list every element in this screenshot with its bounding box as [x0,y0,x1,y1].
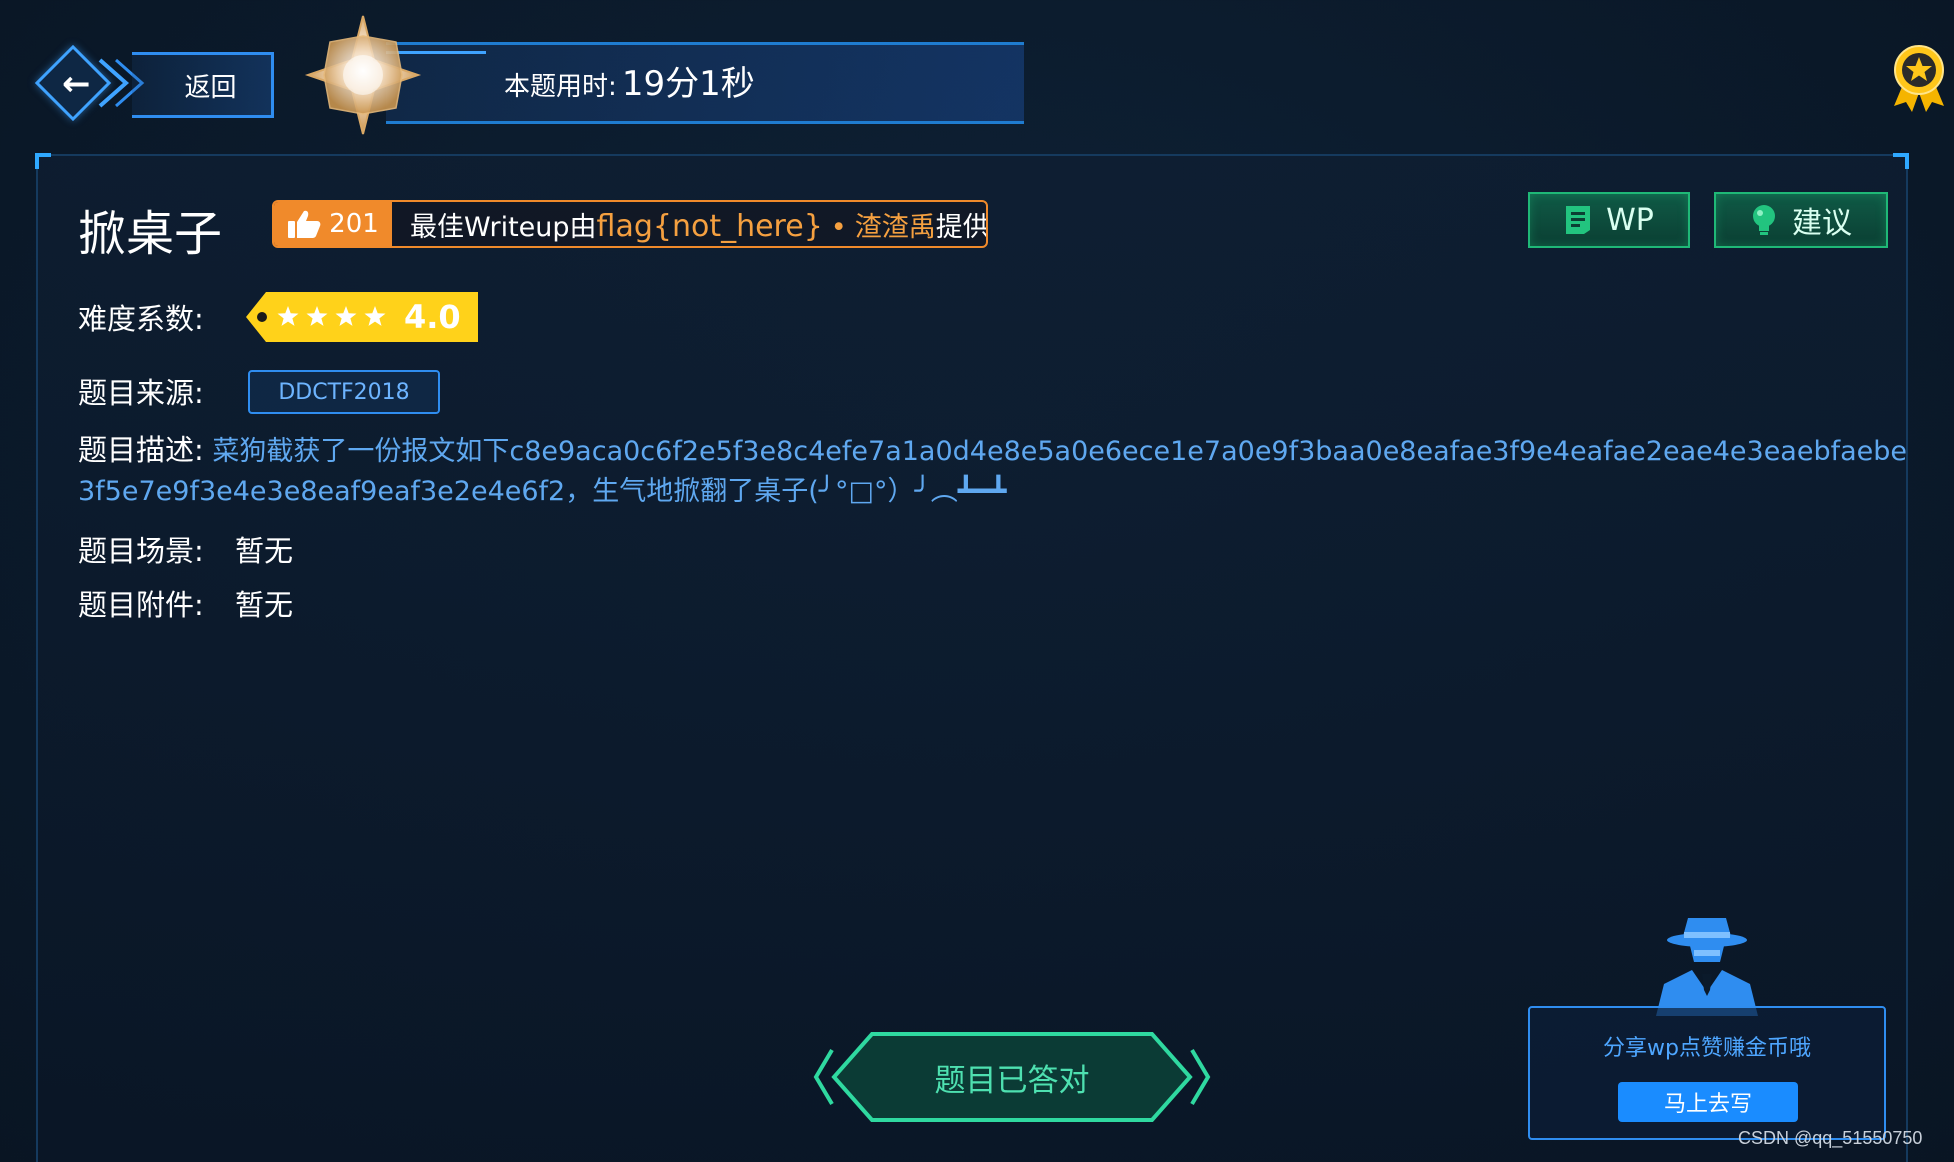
lightbulb-icon [1753,205,1775,235]
suggest-button-label: 建议 [1792,206,1852,241]
corner-decoration [1893,153,1909,169]
difficulty-label: 难度系数: [78,302,204,336]
award-ribbon-icon [1894,45,1944,112]
best-writeup-tag[interactable]: 201 最佳Writeup由flag{not_here} • 渣渣禹提供 [272,200,988,248]
answered-label: 题目已答对 [934,1062,1090,1099]
writeup-text: 最佳Writeup由flag{not_here} • 渣渣禹提供 [392,205,988,244]
scene-value: 暂无 [235,534,294,568]
description-label: 题目描述: [78,433,204,467]
writeup-author[interactable]: 渣渣禹 [855,212,936,243]
attachment-row: 题目附件: 暂无 [78,582,293,624]
writeup-suffix: 提供 [935,211,988,243]
arrow-left-icon: ← [62,64,91,104]
scene-row: 题目场景: 暂无 [78,528,293,570]
writeup-flag: flag{not_here} [596,208,823,244]
document-icon [1566,206,1591,234]
writeup-dot: • [830,211,847,243]
corner-decoration [35,153,51,169]
like-badge[interactable]: 201 [274,202,392,246]
scene-label: 题目场景: [78,534,204,568]
share-message: 分享wp点赞赚金币哦 [1603,1036,1811,1061]
description-text: 菜狗截获了一份报文如下c8e9aca0c6f2e5f3e8c4efe7a1a0d… [78,436,1908,507]
timer-label: 本题用时: [504,72,617,102]
thumbs-up-icon [288,210,321,238]
compass-star-icon [304,15,422,135]
attachment-label: 题目附件: [78,588,204,622]
writeup-prefix: 最佳Writeup由 [410,211,597,243]
challenge-title: 掀桌子 [78,206,223,262]
watermark: CSDN @qq_51550750 [1738,1128,1923,1148]
back-label: 返回 [132,52,274,118]
difficulty-tag: 4.0 [246,292,478,342]
write-now-button[interactable]: 马上去写 [1618,1082,1798,1122]
timer-bar: 本题用时: 19分1秒 [386,42,1024,124]
challenge-description: 题目描述: 菜狗截获了一份报文如下c8e9aca0c6f2e5f3e8c4efe… [78,430,1908,512]
difficulty-value: 4.0 [404,298,461,336]
wp-button[interactable]: WP [1528,192,1690,248]
source-tag[interactable]: DDCTF2018 [248,370,440,414]
timer-value: 19分1秒 [621,64,755,104]
detective-icon [1656,918,1758,1016]
timer-text: 本题用时: 19分1秒 [504,59,755,109]
suggest-button[interactable]: 建议 [1714,192,1888,248]
like-count: 201 [329,209,379,239]
wp-button-label: WP [1606,202,1654,238]
source-label: 题目来源: [78,376,204,410]
back-button[interactable]: ← 返回 [32,42,274,124]
attachment-value: 暂无 [235,588,294,622]
answered-button[interactable]: 题目已答对 [812,1030,1212,1124]
share-card: 分享wp点赞赚金币哦 马上去写 [1528,1006,1886,1140]
